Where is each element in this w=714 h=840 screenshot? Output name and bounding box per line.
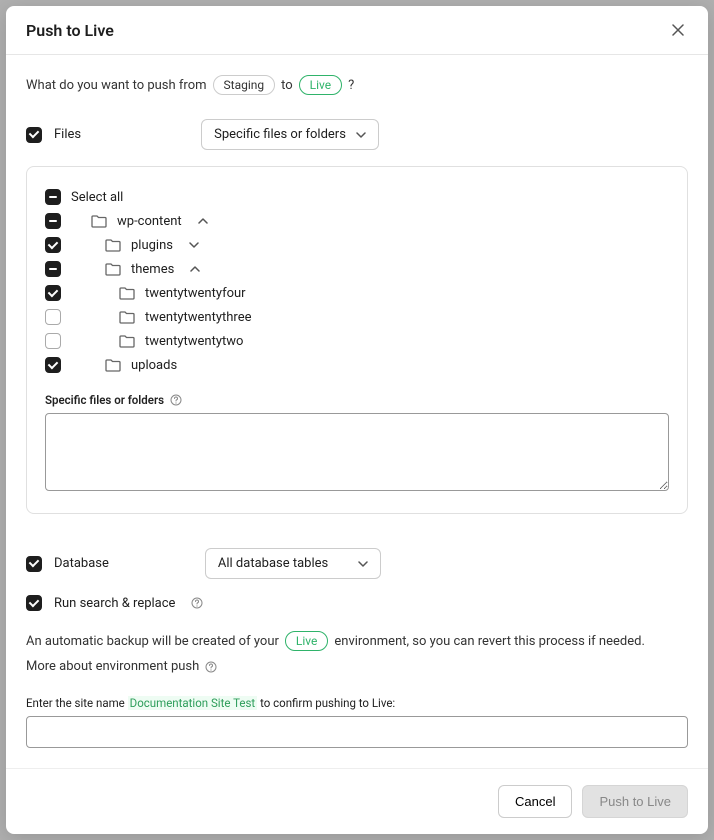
help-icon (205, 661, 217, 673)
database-label: Database (54, 556, 109, 571)
folder-icon (91, 214, 107, 228)
push-to-live-modal: Push to Live What do you want to push fr… (6, 6, 708, 834)
search-replace-label: Run search & replace (54, 596, 175, 611)
modal-body: What do you want to push from Staging to… (6, 55, 708, 768)
wp-content-checkbox[interactable] (45, 213, 61, 229)
help-icon[interactable] (170, 394, 182, 406)
close-icon (672, 24, 684, 36)
help-icon[interactable] (191, 597, 203, 609)
folder-icon (105, 262, 121, 276)
uploads-checkbox[interactable] (45, 357, 61, 373)
folder-icon (119, 310, 135, 324)
env-pill-live: Live (285, 631, 328, 651)
themes-label: themes (131, 262, 174, 277)
more-about-link[interactable]: More about environment push (26, 659, 688, 674)
push-question: What do you want to push from Staging to… (26, 75, 688, 95)
tree-row-twentyfour: twentytwentyfour (45, 281, 669, 305)
files-section-row: Files Specific files or folders (26, 119, 688, 150)
database-scope-value: All database tables (218, 556, 328, 571)
database-section-row: Database All database tables (26, 548, 688, 579)
tree-row-twentytwo: twentytwentytwo (45, 329, 669, 353)
modal-header: Push to Live (6, 6, 708, 55)
backup-info: An automatic backup will be created of y… (26, 631, 688, 651)
backup-prefix: An automatic backup will be created of y… (26, 634, 279, 649)
files-scope-value: Specific files or folders (214, 127, 346, 142)
confirm-site-name: Documentation Site Test (128, 696, 258, 710)
modal-footer: Cancel Push to Live (6, 768, 708, 834)
tree-row-twentythree: twentytwentythree (45, 305, 669, 329)
folder-icon (105, 238, 121, 252)
cancel-button[interactable]: Cancel (498, 785, 572, 818)
backup-suffix: environment, so you can revert this proc… (334, 634, 645, 649)
chevron-down-icon (356, 130, 366, 140)
database-scope-select[interactable]: All database tables (205, 548, 381, 579)
close-button[interactable] (668, 20, 688, 40)
question-prefix: What do you want to push from (26, 78, 207, 93)
env-pill-staging: Staging (213, 75, 276, 95)
database-checkbox[interactable] (26, 556, 42, 572)
twentyfour-checkbox[interactable] (45, 285, 61, 301)
themes-checkbox[interactable] (45, 261, 61, 277)
specific-files-textarea[interactable] (45, 413, 669, 491)
confirm-site-input[interactable] (26, 716, 688, 748)
twentythree-label: twentytwentythree (145, 310, 251, 325)
search-replace-checkbox[interactable] (26, 595, 42, 611)
chevron-up-icon[interactable] (190, 264, 200, 274)
question-middle: to (281, 78, 293, 93)
folder-icon (105, 358, 121, 372)
tree-row-uploads: uploads (45, 353, 669, 377)
modal-title: Push to Live (26, 21, 114, 40)
chevron-up-icon[interactable] (198, 216, 208, 226)
files-label: Files (54, 127, 81, 142)
confirm-label: Enter the site name Documentation Site T… (26, 696, 688, 710)
tree-row-themes: themes (45, 257, 669, 281)
tree-row-plugins: plugins (45, 233, 669, 257)
question-suffix: ? (348, 78, 354, 93)
chevron-down-icon[interactable] (189, 240, 199, 250)
tree-row-select-all: Select all (45, 185, 669, 209)
files-checkbox[interactable] (26, 127, 42, 143)
push-to-live-button[interactable]: Push to Live (582, 785, 688, 818)
twentytwo-label: twentytwentytwo (145, 334, 243, 349)
twentythree-checkbox[interactable] (45, 309, 61, 325)
twentytwo-checkbox[interactable] (45, 333, 61, 349)
tree-row-wp-content: wp-content (45, 209, 669, 233)
folder-icon (119, 286, 135, 300)
twentyfour-label: twentytwentyfour (145, 286, 246, 301)
select-all-checkbox[interactable] (45, 189, 61, 205)
specific-files-label: Specific files or folders (45, 393, 669, 407)
chevron-down-icon (358, 559, 368, 569)
select-all-label: Select all (71, 190, 123, 205)
folder-icon (119, 334, 135, 348)
files-scope-select[interactable]: Specific files or folders (201, 119, 379, 150)
uploads-label: uploads (131, 358, 177, 373)
wp-content-label: wp-content (117, 214, 182, 229)
plugins-label: plugins (131, 238, 173, 253)
search-replace-row: Run search & replace (26, 595, 688, 611)
plugins-checkbox[interactable] (45, 237, 61, 253)
file-tree-panel: Select all wp-content plugins (26, 166, 688, 514)
env-pill-live: Live (299, 75, 342, 95)
